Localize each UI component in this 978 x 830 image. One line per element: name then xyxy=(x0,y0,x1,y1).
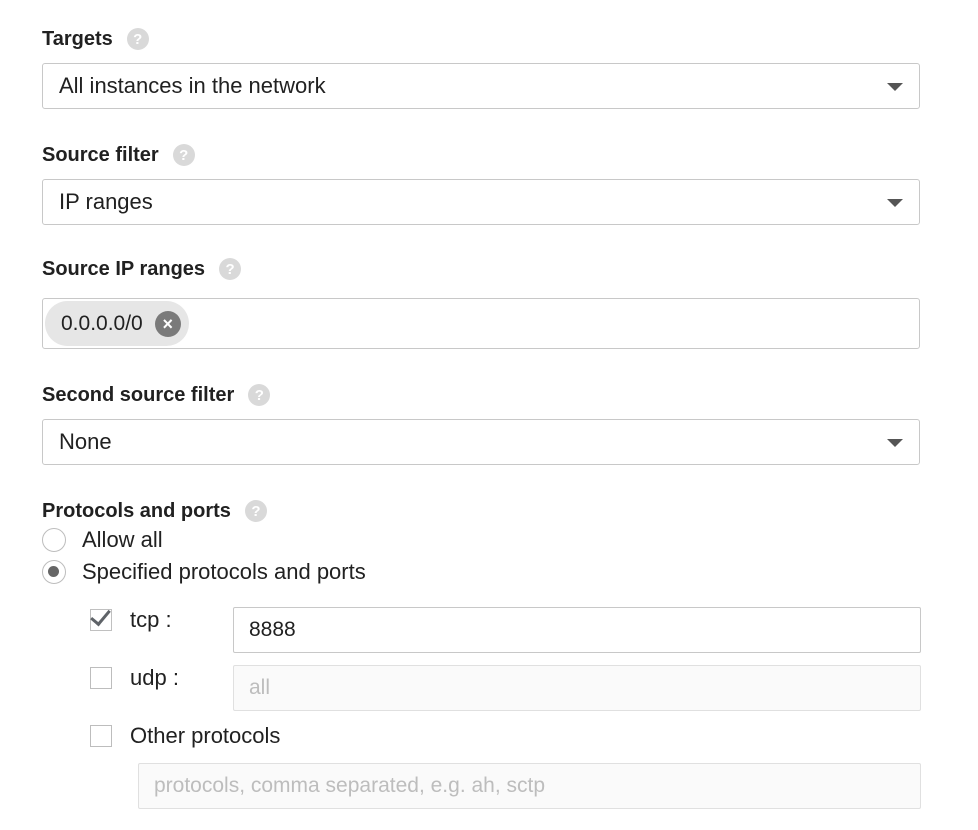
tcp-row: tcp : xyxy=(90,606,172,634)
protocols-and-ports-label-text: Protocols and ports xyxy=(42,499,231,522)
ip-range-chip: 0.0.0.0/0 × xyxy=(45,301,189,346)
udp-row: udp : xyxy=(90,664,179,692)
other-protocols-checkbox[interactable] xyxy=(90,725,112,747)
targets-select[interactable]: All instances in the network xyxy=(42,63,920,109)
help-icon[interactable]: ? xyxy=(172,144,195,166)
source-ip-ranges-label: Source IP ranges ? xyxy=(42,256,242,282)
tcp-ports-input[interactable] xyxy=(233,607,921,653)
radio-button-checked[interactable] xyxy=(42,560,66,584)
radio-allow-all[interactable]: Allow all xyxy=(42,526,163,554)
dropdown-arrow-icon xyxy=(887,83,903,91)
source-filter-label-text: Source filter xyxy=(42,143,159,166)
ip-range-chip-text: 0.0.0.0/0 xyxy=(61,311,143,335)
help-icon[interactable]: ? xyxy=(248,384,271,406)
targets-select-value: All instances in the network xyxy=(59,73,326,98)
radio-specified-protocols[interactable]: Specified protocols and ports xyxy=(42,558,366,586)
second-source-filter-select[interactable]: None xyxy=(42,419,920,465)
second-source-filter-label: Second source filter ? xyxy=(42,382,271,408)
second-source-filter-label-text: Second source filter xyxy=(42,383,235,406)
dropdown-arrow-icon xyxy=(887,439,903,447)
other-protocols-label: Other protocols xyxy=(130,723,281,748)
help-icon[interactable]: ? xyxy=(244,500,267,522)
udp-checkbox[interactable] xyxy=(90,667,112,689)
radio-specified-protocols-label: Specified protocols and ports xyxy=(82,559,366,584)
radio-button-unchecked[interactable] xyxy=(42,528,66,552)
other-protocols-input[interactable] xyxy=(138,763,921,809)
dropdown-arrow-icon xyxy=(887,199,903,207)
firewall-rule-form: Targets ? All instances in the network S… xyxy=(0,0,978,830)
second-source-filter-select-value: None xyxy=(59,429,112,454)
source-filter-label: Source filter ? xyxy=(42,142,195,168)
source-ip-ranges-input[interactable]: 0.0.0.0/0 × xyxy=(42,298,920,349)
udp-label: udp : xyxy=(130,665,179,690)
source-filter-select-value: IP ranges xyxy=(59,189,153,214)
tcp-checkbox[interactable] xyxy=(90,609,112,631)
help-icon[interactable]: ? xyxy=(219,258,242,280)
protocols-and-ports-label: Protocols and ports ? xyxy=(42,498,267,524)
targets-label: Targets ? xyxy=(42,26,149,52)
help-icon[interactable]: ? xyxy=(126,28,149,50)
other-protocols-row: Other protocols xyxy=(90,722,280,750)
remove-chip-icon[interactable]: × xyxy=(154,310,181,337)
tcp-label: tcp : xyxy=(130,607,172,632)
source-filter-select[interactable]: IP ranges xyxy=(42,179,920,225)
radio-allow-all-label: Allow all xyxy=(82,527,163,552)
udp-ports-input[interactable] xyxy=(233,665,921,711)
targets-label-text: Targets xyxy=(42,27,113,50)
source-ip-ranges-label-text: Source IP ranges xyxy=(42,257,206,280)
